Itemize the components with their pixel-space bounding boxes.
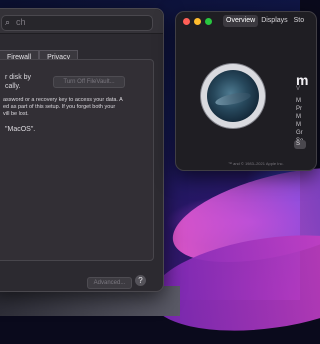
- spec-line: M: [296, 122, 301, 128]
- os-version: V: [296, 86, 301, 92]
- zoom-button[interactable]: [205, 18, 212, 25]
- advanced-button[interactable]: Advanced...: [87, 277, 132, 289]
- help-button[interactable]: ?: [135, 275, 146, 286]
- segmented-tabs: Overview Displays Sto: [223, 15, 307, 27]
- filevault-line: r disk by: [5, 74, 32, 81]
- spec-line: M: [296, 114, 301, 120]
- system-report-button[interactable]: S: [294, 140, 306, 149]
- search-icon: ⌕: [5, 17, 11, 27]
- tab-overview[interactable]: Overview: [223, 15, 259, 27]
- titlebar: ⌕ ch: [0, 9, 163, 34]
- filevault-description: vill be lost.: [3, 111, 29, 117]
- search-placeholder: ch: [16, 17, 26, 27]
- filevault-line: cally.: [5, 83, 21, 90]
- about-this-mac-window: Overview Displays Sto m V M Pr M M Gr Se…: [175, 11, 317, 171]
- macos-logo-icon: [201, 64, 265, 128]
- filevault-description: assword or a recovery key to access your…: [3, 97, 123, 103]
- filevault-disk-label: "MacOS".: [5, 126, 36, 133]
- tab-displays[interactable]: Displays: [258, 15, 290, 27]
- tab-storage[interactable]: Sto: [291, 15, 308, 27]
- turn-off-filevault-button[interactable]: Turn Off FileVault...: [53, 76, 125, 88]
- spec-line: Pr: [296, 106, 302, 112]
- spec-line: M: [296, 98, 301, 104]
- filevault-description: ed as part of this setup. If you forget …: [3, 104, 116, 110]
- filevault-panel: [0, 59, 154, 261]
- spec-line: Gr: [296, 130, 303, 136]
- security-privacy-window: ⌕ ch Firewall Privacy r disk by cally. T…: [0, 8, 164, 292]
- minimize-button[interactable]: [194, 18, 201, 25]
- copyright-footer: ™ and © 1983–2021 Apple Inc.: [228, 161, 284, 166]
- search-field[interactable]: ⌕ ch: [1, 15, 153, 31]
- close-button[interactable]: [183, 18, 190, 25]
